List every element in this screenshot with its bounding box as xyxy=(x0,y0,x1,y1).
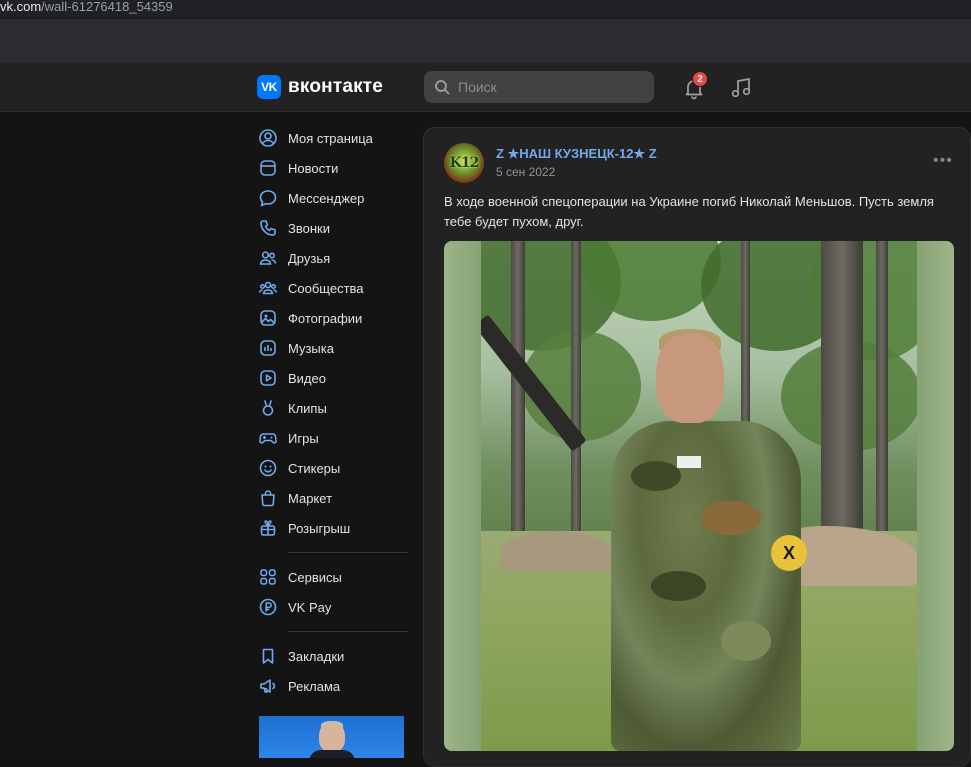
nav-item-giveaway[interactable]: Розыгрыш xyxy=(258,513,410,543)
message-icon xyxy=(259,190,277,207)
nav-item-messenger[interactable]: Мессенджер xyxy=(258,183,410,213)
post-photo[interactable]: X xyxy=(444,241,954,751)
nav-label: Новости xyxy=(288,160,339,176)
left-nav: Моя страница Новости Мессенджер Звонки Д… xyxy=(258,123,410,701)
notification-badge: 2 xyxy=(692,71,708,87)
browser-bar: vk.com/wall-61276418_54359 xyxy=(0,0,971,63)
gift-icon xyxy=(260,520,276,536)
news-icon xyxy=(260,160,276,176)
nav-label: Музыка xyxy=(288,340,334,356)
search-input[interactable] xyxy=(458,79,628,95)
avatar-text: K12 xyxy=(449,155,480,171)
ad-thumbnail-suit xyxy=(309,750,355,758)
nav-item-calls[interactable]: Звонки xyxy=(258,213,410,243)
smile-icon xyxy=(259,459,277,477)
photo-camo-patch xyxy=(631,461,681,491)
nav-item-games[interactable]: Игры xyxy=(258,423,410,453)
url-host: vk.com xyxy=(0,0,42,14)
music-icon[interactable] xyxy=(730,77,752,99)
photo-chest-tag xyxy=(677,456,701,468)
nav-label: Звонки xyxy=(288,220,330,236)
nav-label: Мессенджер xyxy=(288,190,365,206)
photo-image: X xyxy=(481,241,917,751)
nav-item-friends[interactable]: Друзья xyxy=(258,243,410,273)
communities-icon xyxy=(258,281,278,295)
video-icon xyxy=(260,370,276,386)
post-text: В ходе военной спецоперации на Украине п… xyxy=(444,194,934,229)
ad-thumbnail-face xyxy=(319,722,345,752)
clips-icon xyxy=(262,400,274,416)
nav-item-market[interactable]: Маркет xyxy=(258,483,410,513)
post-author-avatar[interactable]: K12 xyxy=(444,143,484,183)
nav-label: Розыгрыш xyxy=(288,520,351,536)
phone-icon xyxy=(260,220,276,236)
nav-item-video[interactable]: Видео xyxy=(258,363,410,393)
nav-label: Клипы xyxy=(288,400,327,416)
ad-thumbnail[interactable] xyxy=(259,716,404,758)
music-icon xyxy=(260,340,276,356)
nav-item-news[interactable]: Новости xyxy=(258,153,410,183)
url-path: /wall-61276418_54359 xyxy=(41,0,173,14)
photo-soldier-head xyxy=(656,333,724,423)
megaphone-icon xyxy=(260,679,276,693)
address-bar[interactable]: vk.com/wall-61276418_54359 xyxy=(0,0,173,14)
post-date[interactable]: 5 сен 2022 xyxy=(496,165,555,179)
photo-tree xyxy=(511,241,525,541)
photo-tree xyxy=(876,241,888,531)
nav-item-bookmarks[interactable]: Закладки xyxy=(258,641,410,671)
search-icon xyxy=(435,80,450,95)
nav-label: VK Pay xyxy=(288,599,332,615)
photo-camo-patch xyxy=(651,571,706,601)
nav-item-my-page[interactable]: Моя страница xyxy=(258,123,410,153)
nav-label: Моя страница xyxy=(288,130,373,146)
bag-icon xyxy=(261,490,275,507)
friends-icon xyxy=(259,251,277,265)
nav-item-clips[interactable]: Клипы xyxy=(258,393,410,423)
nav-item-vk-pay[interactable]: VK Pay xyxy=(258,592,410,622)
nav-label: Видео xyxy=(288,370,326,386)
photo-camo-patch xyxy=(721,621,771,661)
photo-icon xyxy=(260,310,276,326)
nav-divider xyxy=(288,631,408,632)
nav-label: Стикеры xyxy=(288,460,341,476)
photo-soldier-body xyxy=(611,421,801,751)
nav-label: Реклама xyxy=(288,678,341,694)
photo-armband: X xyxy=(771,535,807,571)
bookmark-icon xyxy=(262,648,274,664)
photo-dirt-mound xyxy=(501,531,611,571)
user-circle-icon xyxy=(259,129,277,147)
nav-divider xyxy=(288,552,408,553)
vk-logo-icon: VK xyxy=(257,75,281,99)
more-options-icon[interactable]: ••• xyxy=(933,152,953,170)
nav-item-ads[interactable]: Реклама xyxy=(258,671,410,701)
nav-label: Маркет xyxy=(288,490,333,506)
vk-logo[interactable]: VK вконтакте xyxy=(257,75,383,99)
nav-item-services[interactable]: Сервисы xyxy=(258,562,410,592)
nav-item-music[interactable]: Музыка xyxy=(258,333,410,363)
nav-label: Сообщества xyxy=(288,280,364,296)
nav-label: Закладки xyxy=(288,648,345,664)
nav-item-communities[interactable]: Сообщества xyxy=(258,273,410,303)
gamepad-icon xyxy=(259,433,277,444)
nav-label: Сервисы xyxy=(288,569,342,585)
post-author-name[interactable]: Z ★НАШ КУЗНЕЦК-12★ Z xyxy=(496,146,657,162)
search-box[interactable] xyxy=(424,71,654,103)
vk-header: VK вконтакте 2 xyxy=(0,63,971,112)
services-icon xyxy=(260,569,276,585)
photo-camo-patch xyxy=(701,501,761,535)
ruble-icon xyxy=(259,598,277,616)
photo-tree xyxy=(821,241,863,541)
vk-logo-text: вконтакте xyxy=(288,76,384,97)
nav-item-stickers[interactable]: Стикеры xyxy=(258,453,410,483)
photo-tree xyxy=(571,241,581,531)
nav-label: Друзья xyxy=(288,250,331,266)
nav-label: Фотографии xyxy=(288,310,363,326)
nav-label: Игры xyxy=(288,430,319,446)
nav-item-photos[interactable]: Фотографии xyxy=(258,303,410,333)
browser-toolbar xyxy=(0,18,971,63)
